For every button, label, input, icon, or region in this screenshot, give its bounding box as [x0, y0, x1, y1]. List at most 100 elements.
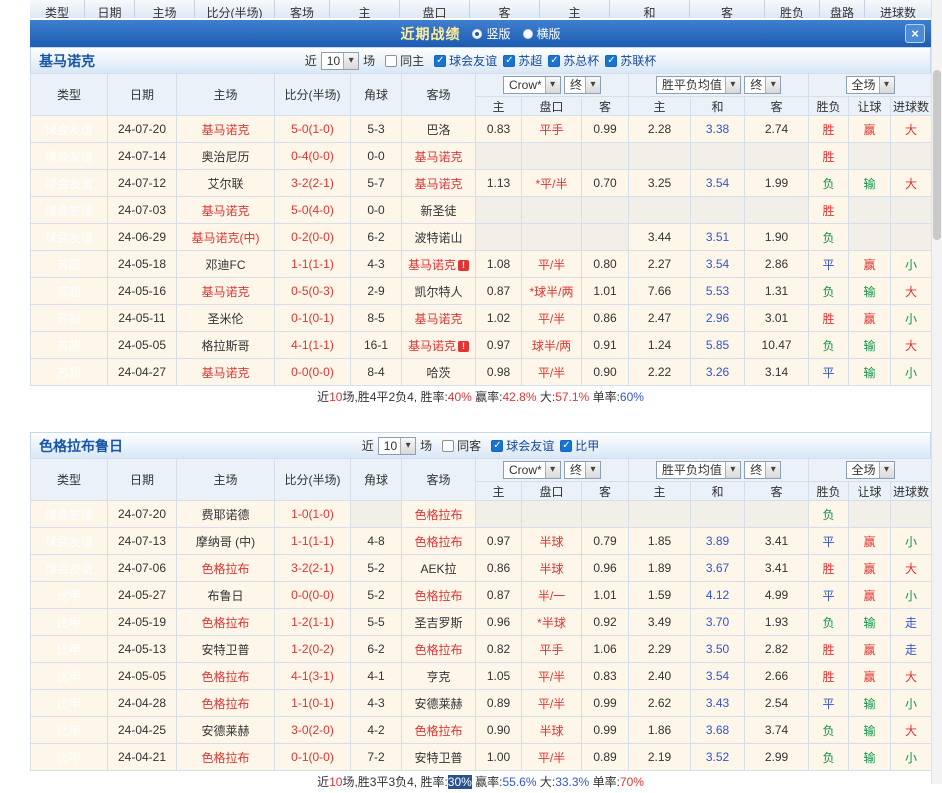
- match-row: 苏超 24-05-05 格拉斯哥 4-1(1-1) 16-1 基马诺克! 0.9…: [31, 332, 932, 359]
- scope-select[interactable]: 全场: [846, 76, 895, 94]
- score-cell: 3-0(2-0): [275, 717, 351, 744]
- handicap-line-cell: *半球: [522, 609, 582, 636]
- result-cell: 负: [809, 332, 849, 359]
- euro-draw-odds: 3.70: [691, 609, 745, 636]
- handicap-home-odds: 0.83: [476, 116, 522, 143]
- cover-cell: 赢: [849, 528, 891, 555]
- result-cell: 负: [809, 744, 849, 771]
- euro-away-odds: 2.66: [745, 663, 809, 690]
- home-team-name: 安德莱赫: [201, 724, 249, 738]
- scope-select[interactable]: 全场: [846, 461, 895, 479]
- euro-home-odds: 2.29: [629, 636, 691, 663]
- summary-segment: 近: [317, 390, 329, 404]
- same-venue-checkbox[interactable]: [442, 440, 454, 452]
- match-row: 比甲 24-04-25 安德莱赫 3-0(2-0) 4-2 色格拉布 0.90 …: [31, 717, 932, 744]
- result-cell: 胜: [809, 305, 849, 332]
- avg-odds-select[interactable]: 胜平负均值: [656, 76, 741, 94]
- away-team: 色格拉布: [402, 717, 476, 744]
- home-team-name: 摩纳哥 (中): [196, 535, 255, 549]
- alert-icon: !: [458, 341, 469, 352]
- summary-segment: 场,胜3平3负4, 胜率:: [342, 775, 447, 789]
- bg-col-ed: 和: [610, 0, 690, 18]
- handicap-away-odds: 1.01: [582, 582, 629, 609]
- handicap-time-select[interactable]: 终: [564, 76, 601, 94]
- home-team-name: 费耶诺德: [201, 508, 249, 522]
- summary-segment: 单率:: [589, 775, 620, 789]
- close-icon[interactable]: ×: [905, 24, 925, 43]
- bg-col-handicap: 盘口: [400, 0, 470, 18]
- recent-count-select[interactable]: 10: [321, 52, 359, 70]
- euro-home-odds: 3.44: [629, 224, 691, 251]
- euro-time-select[interactable]: 终: [744, 461, 781, 479]
- handicap-away-odds: 0.96: [582, 555, 629, 582]
- result-cell: 平: [809, 251, 849, 278]
- recent-matches-table-1: 类型 日期 主场 比分(半场) 角球 客场 Crow* 终 胜平负均值 终 全场: [30, 73, 932, 386]
- handicap-home-odds: 1.02: [476, 305, 522, 332]
- euro-away-odds: 2.99: [745, 744, 809, 771]
- scrollbar-thumb[interactable]: [933, 70, 941, 240]
- euro-away-odds: 3.14: [745, 359, 809, 386]
- home-team-name: 格拉斯哥: [201, 339, 249, 353]
- avg-odds-select[interactable]: 胜平负均值: [656, 461, 741, 479]
- handicap-time-select[interactable]: 终: [564, 461, 601, 479]
- league-filter-checkbox[interactable]: [548, 55, 560, 67]
- col-handicap-away: 客: [582, 97, 629, 116]
- cover-cell: [849, 501, 891, 528]
- summary-segment: 10: [329, 390, 342, 404]
- league-type-badge: 球会友谊: [31, 170, 108, 197]
- match-date: 24-07-03: [108, 197, 177, 224]
- recent-count-select[interactable]: 10: [378, 437, 416, 455]
- bg-col-home: 主场: [135, 0, 195, 18]
- euro-draw-odds: [691, 143, 745, 170]
- league-filter-checkbox[interactable]: [560, 440, 572, 452]
- match-date: 24-06-29: [108, 224, 177, 251]
- bg-col-date: 日期: [85, 0, 135, 18]
- league-filter-group: 球会友谊 比甲: [485, 437, 599, 454]
- match-row: 球会友谊 24-07-20 费耶诺德 1-0(1-0) 色格拉布 负: [31, 501, 932, 528]
- league-filter-checkbox[interactable]: [605, 55, 617, 67]
- home-team: 基马诺克: [177, 197, 275, 224]
- away-team: 基马诺克!: [402, 332, 476, 359]
- summary-segment: 场,胜4平2负4, 胜率:: [342, 390, 447, 404]
- match-date: 24-07-14: [108, 143, 177, 170]
- summary-segment: 30%: [448, 775, 472, 789]
- league-type-badge: 苏超: [31, 305, 108, 332]
- background-table-header: 类型 日期 主场 比分(半场) 客场 主 盘口 客 主 和 客 胜负 盘路 进球…: [30, 0, 931, 18]
- match-row: 苏超 24-04-27 基马诺克 0-0(0-0) 8-4 哈茨 0.98 平/…: [31, 359, 932, 386]
- away-team-name: 色格拉布: [414, 508, 462, 522]
- match-date: 24-05-19: [108, 609, 177, 636]
- match-row: 比甲 24-04-28 色格拉布 1-1(0-1) 4-3 安德莱赫 0.89 …: [31, 690, 932, 717]
- bookmaker-select[interactable]: Crow*: [503, 461, 561, 479]
- horizontal-layout-radio[interactable]: [523, 29, 533, 39]
- euro-draw-odds: 3.89: [691, 528, 745, 555]
- euro-home-odds: 7.66: [629, 278, 691, 305]
- alert-icon: !: [458, 260, 469, 271]
- handicap-line-cell: 半球: [522, 528, 582, 555]
- score-cell: 5-0(4-0): [275, 197, 351, 224]
- handicap-line-cell: 半球: [522, 555, 582, 582]
- euro-away-odds: 1.90: [745, 224, 809, 251]
- same-venue-checkbox[interactable]: [385, 55, 397, 67]
- away-team-name: 圣吉罗斯: [414, 616, 462, 630]
- bookmaker-select[interactable]: Crow*: [503, 76, 561, 94]
- vertical-layout-radio[interactable]: [472, 29, 482, 39]
- league-filter-checkbox[interactable]: [491, 440, 503, 452]
- team2-summary: 近10场,胜3平3负4, 胜率:30% 赢率:55.6% 大:33.3% 单率:…: [30, 771, 931, 793]
- euro-away-odds: 3.74: [745, 717, 809, 744]
- section-header-team2: 色格拉布鲁日 近 10 场 同客 球会友谊 比甲: [30, 432, 931, 458]
- goals-cell: 小: [891, 744, 932, 771]
- home-team: 基马诺克(中): [177, 224, 275, 251]
- result-cell: 胜: [809, 197, 849, 224]
- vertical-scrollbar[interactable]: [931, 0, 942, 784]
- handicap-line-cell: [522, 501, 582, 528]
- euro-time-select[interactable]: 终: [744, 76, 781, 94]
- bg-col-a: 客: [470, 0, 540, 18]
- league-filter-checkbox[interactable]: [434, 55, 446, 67]
- euro-home-odds: [629, 197, 691, 224]
- euro-draw-odds: 5.85: [691, 332, 745, 359]
- section-header-team1: 基马诺克 近 10 场 同主 球会友谊 苏超 苏总杯 苏联杯: [30, 47, 931, 73]
- away-team-name: 色格拉布: [414, 724, 462, 738]
- score-cell: 4-1(3-1): [275, 663, 351, 690]
- home-team: 色格拉布: [177, 663, 275, 690]
- league-filter-checkbox[interactable]: [503, 55, 515, 67]
